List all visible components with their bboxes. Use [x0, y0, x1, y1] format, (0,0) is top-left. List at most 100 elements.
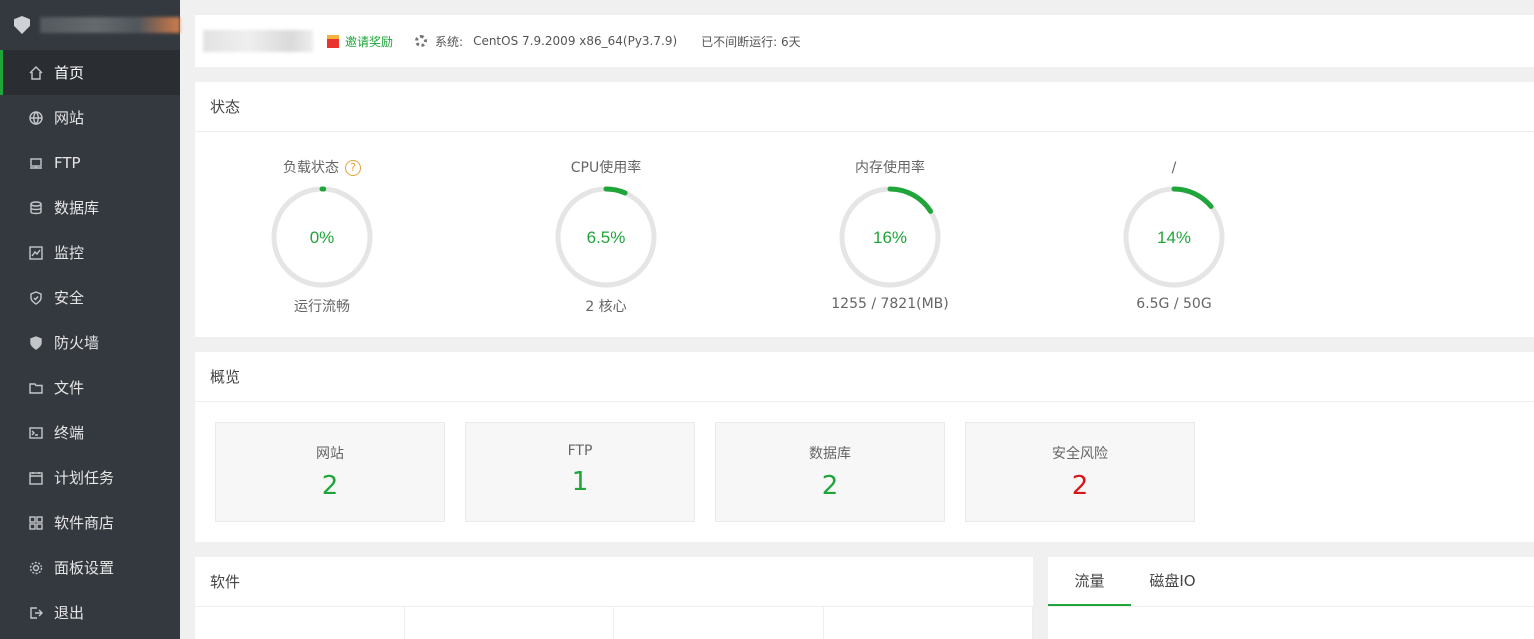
overview-label: 网站: [316, 446, 344, 462]
software-grid: [195, 607, 1033, 639]
gauge-ring: 6.5%: [555, 186, 657, 288]
tab-disk-io[interactable]: 磁盘IO: [1131, 557, 1214, 606]
software-panel: 软件: [195, 557, 1033, 639]
sidebar-item[interactable]: 首页: [0, 50, 180, 95]
status-panel: 状态 负载状态? 0% 运行流畅 CPU使用率 6.5% 2 核心 内存使用率 16% 1255…: [195, 82, 1534, 337]
gauge[interactable]: CPU使用率 6.5% 2 核心: [506, 132, 706, 316]
gauge-sub: 2 核心: [585, 299, 627, 315]
tab-traffic[interactable]: 流量: [1048, 557, 1131, 606]
ftp-icon: [27, 154, 44, 171]
monitor-icon: [27, 244, 44, 261]
gauge-label-text: /: [1171, 160, 1177, 176]
gauge-ring: 16%: [839, 186, 941, 288]
invite-label: 邀请奖励: [345, 34, 394, 49]
system-info: 系统: CentOS 7.9.2009 x86_64(Py3.7.9): [415, 33, 677, 50]
sidebar-item[interactable]: 面板设置: [0, 545, 180, 590]
sidebar-item[interactable]: 退出: [0, 590, 180, 635]
logo-icon: [14, 16, 30, 34]
gauge-label-text: CPU使用率: [570, 160, 642, 176]
gauge-ring: 0%: [271, 186, 373, 288]
gauge-value: 0%: [310, 228, 335, 247]
gauge[interactable]: / 14% 6.5G / 50G: [1074, 132, 1274, 312]
gauge-sub: 6.5G / 50G: [1136, 296, 1212, 312]
grid-icon: [27, 514, 44, 531]
overview-card[interactable]: 安全风险 2: [965, 422, 1195, 522]
overview-card[interactable]: 网站 2: [215, 422, 445, 522]
overview-label: FTP: [567, 443, 593, 459]
calendar-icon: [27, 469, 44, 486]
overview-count: 1: [571, 467, 589, 497]
sidebar-item-label: 防火墙: [54, 334, 100, 352]
sidebar-item-label: 退出: [54, 604, 85, 622]
sidebar-item-label: 监控: [54, 244, 85, 262]
sidebar-item-label: FTP: [54, 153, 81, 172]
software-slot[interactable]: [614, 607, 824, 639]
sidebar-item[interactable]: 数据库: [0, 185, 180, 230]
overview-count: 2: [821, 471, 839, 501]
gauge-label-text: 负载状态: [283, 160, 339, 176]
overview-label: 安全风险: [1052, 446, 1108, 462]
gauge-value: 14%: [1157, 228, 1191, 247]
software-slot[interactable]: [405, 607, 614, 639]
terminal-icon: [27, 424, 44, 441]
sidebar-item-label: 安全: [54, 289, 85, 307]
gauge[interactable]: 负载状态? 0% 运行流畅: [222, 132, 422, 316]
overview-title: 概览: [195, 352, 1534, 402]
traffic-panel: 流量 磁盘IO: [1048, 557, 1534, 639]
traffic-tabs: 流量 磁盘IO: [1048, 557, 1534, 607]
gauge-value: 6.5%: [587, 228, 626, 247]
gear-icon: [415, 35, 428, 47]
gauge-label: 负载状态?: [222, 158, 422, 178]
sidebar-item[interactable]: 文件: [0, 365, 180, 410]
sidebar-item-label: 数据库: [54, 199, 100, 217]
gauge-ring: 14%: [1123, 186, 1225, 288]
software-slot[interactable]: [195, 607, 405, 639]
sidebar-item-label: 计划任务: [54, 469, 115, 487]
folder-icon: [27, 379, 44, 396]
sidebar-item[interactable]: 监控: [0, 230, 180, 275]
invite-reward-link[interactable]: 邀请奖励: [327, 33, 393, 50]
system-label: 系统:: [435, 34, 464, 49]
gauge-value: 16%: [873, 228, 907, 247]
overview-card[interactable]: FTP 1: [465, 422, 695, 522]
home-icon: [27, 64, 44, 81]
brand: [0, 0, 180, 50]
sidebar-item[interactable]: 安全: [0, 275, 180, 320]
gear-icon: [27, 559, 44, 576]
overview-card[interactable]: 数据库 2: [715, 422, 945, 522]
help-icon[interactable]: ?: [345, 160, 361, 176]
sidebar-item[interactable]: 软件商店: [0, 500, 180, 545]
overview-count: 2: [1071, 471, 1089, 501]
server-name-redacted: [40, 17, 180, 33]
software-title: 软件: [195, 557, 1033, 607]
host-redacted: [203, 30, 313, 52]
overview-panel: 概览 网站 2 FTP 1 数据库 2 安全风险 2: [195, 352, 1534, 542]
sidebar-item[interactable]: 网站: [0, 95, 180, 140]
gift-icon: [327, 34, 339, 48]
gauge[interactable]: 内存使用率 16% 1255 / 7821(MB): [790, 132, 990, 312]
globe-icon: [27, 109, 44, 126]
gauge-label: 内存使用率: [790, 158, 990, 178]
sidebar-item[interactable]: 终端: [0, 410, 180, 455]
sidebar-item[interactable]: 计划任务: [0, 455, 180, 500]
overview-label: 数据库: [809, 446, 851, 462]
sidebar: 首页网站 FTP 数据库监控安全防火墙文件 终端计划任务软件商店面板设置退出: [0, 0, 180, 639]
gauge-label: /: [1074, 158, 1274, 178]
status-title: 状态: [195, 82, 1534, 132]
gauge-sub: 1255 / 7821(MB): [831, 296, 949, 312]
sidebar-item-label: 面板设置: [54, 559, 115, 577]
gauge-label-text: 内存使用率: [855, 160, 925, 176]
gauge-sub: 运行流畅: [294, 299, 350, 315]
sidebar-item[interactable]: FTP: [0, 140, 180, 185]
sidebar-item-label: 软件商店: [54, 514, 115, 532]
top-bar: 邀请奖励 系统: CentOS 7.9.2009 x86_64(Py3.7.9)…: [195, 15, 1534, 67]
logout-icon: [27, 604, 44, 621]
shield-check-icon: [27, 289, 44, 306]
sidebar-item[interactable]: 防火墙: [0, 320, 180, 365]
uptime: 已不间断运行: 6天: [701, 34, 801, 49]
database-icon: [27, 199, 44, 216]
overview-count: 2: [321, 471, 339, 501]
system-value: CentOS 7.9.2009 x86_64(Py3.7.9): [473, 34, 678, 48]
sidebar-item-label: 网站: [54, 109, 85, 127]
software-slot[interactable]: [824, 607, 1033, 639]
